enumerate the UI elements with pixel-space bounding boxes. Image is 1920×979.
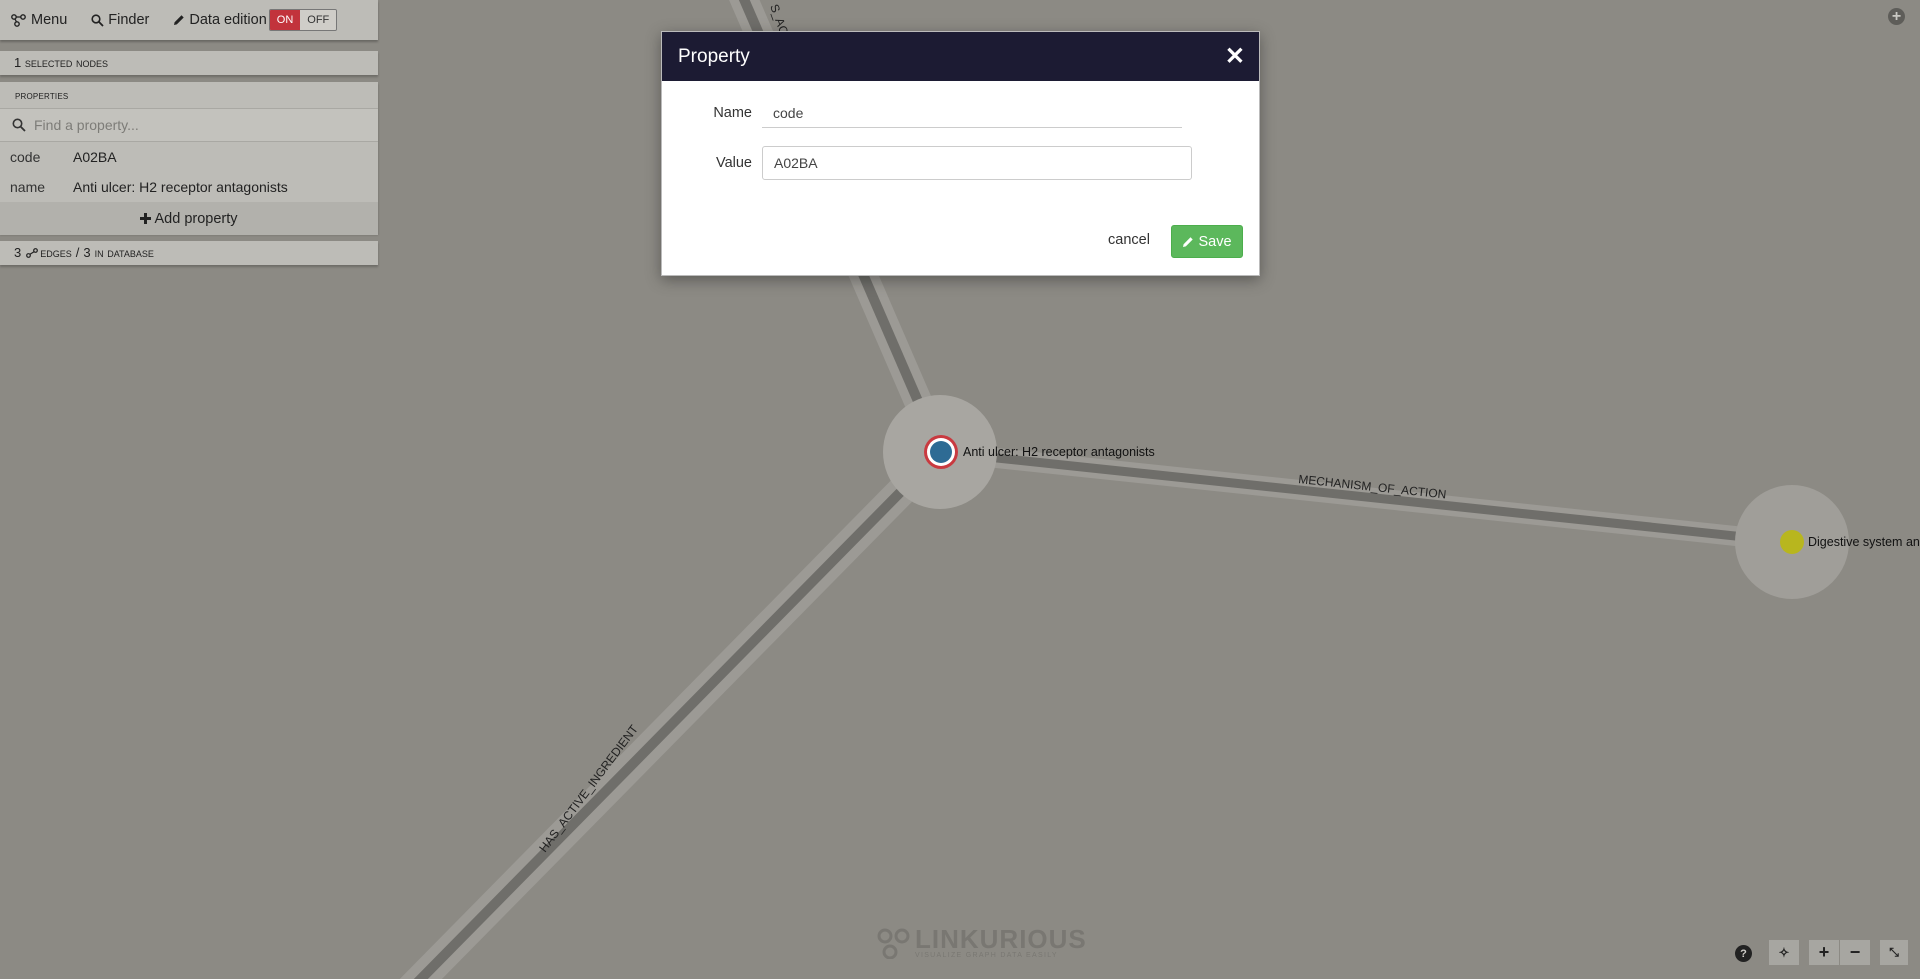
- graph-edge-mechanism-of-action[interactable]: MECHANISM_OF_ACTION: [938, 442, 1794, 552]
- edges-separator: /: [75, 245, 80, 260]
- node-label-digestive-system: Digestive system and: [1808, 535, 1920, 549]
- edges-label: edges: [40, 245, 72, 260]
- menu-button[interactable]: Menu: [11, 12, 67, 28]
- help-icon[interactable]: ?: [1735, 945, 1752, 962]
- name-value: code: [762, 98, 1182, 128]
- plus-icon: [140, 213, 152, 224]
- edges-summary: 3 edges / 3 in database: [0, 241, 378, 264]
- selected-count: 1: [14, 55, 22, 70]
- edge-icon: [26, 247, 39, 258]
- property-key: name: [10, 179, 46, 195]
- close-icon[interactable]: ✕: [1225, 44, 1245, 69]
- selection-panel[interactable]: 1 selected nodes: [0, 51, 378, 75]
- dialog-header: Property ✕: [662, 32, 1259, 81]
- edges-db-label: in database: [94, 245, 154, 260]
- zoom-controls: + −: [1809, 940, 1870, 965]
- property-value: Anti ulcer: H2 receptor antagonists: [73, 179, 288, 195]
- dialog-title: Property: [678, 45, 750, 67]
- selection-summary: 1 selected nodes: [0, 51, 378, 74]
- property-key: code: [10, 149, 41, 165]
- data-edition-label: Data edition: [189, 12, 267, 28]
- data-edition-button[interactable]: Data edition: [173, 12, 267, 28]
- property-search-input[interactable]: [32, 116, 356, 134]
- graph-node-anti-ulcer[interactable]: Anti ulcer: H2 receptor antagonists: [883, 395, 1155, 509]
- properties-header: properties: [15, 88, 69, 102]
- zoom-in-icon[interactable]: +: [1809, 940, 1839, 965]
- property-dialog: Property ✕ Name code Value cancel Save: [661, 31, 1260, 276]
- save-label: Save: [1198, 233, 1232, 250]
- name-field: Name code: [692, 98, 1182, 128]
- layout-icon[interactable]: ⤡: [1880, 940, 1908, 965]
- finder-label: Finder: [108, 12, 150, 28]
- top-toolbar: Menu Finder Data edition ON OFF: [0, 0, 378, 40]
- property-row[interactable]: name Anti ulcer: H2 receptor antagonists: [0, 172, 378, 202]
- toggle-off[interactable]: OFF: [300, 10, 337, 30]
- locate-control: ✧: [1769, 940, 1799, 965]
- edges-db-count: 3: [83, 245, 91, 260]
- property-search: [0, 108, 378, 142]
- save-button[interactable]: Save: [1171, 225, 1243, 258]
- zoom-out-icon[interactable]: −: [1840, 940, 1870, 965]
- graph-node-digestive-system[interactable]: Digestive system and: [1735, 485, 1920, 599]
- layout-control: ⤡: [1880, 940, 1908, 965]
- value-input[interactable]: [762, 146, 1192, 180]
- node-label-anti-ulcer: Anti ulcer: H2 receptor antagonists: [963, 445, 1155, 459]
- add-property-button[interactable]: Add property: [0, 202, 378, 235]
- linkurious-logo-icon: [877, 928, 910, 959]
- menu-label: Menu: [31, 12, 68, 28]
- edges-count: 3: [14, 245, 22, 260]
- finder-button[interactable]: Finder: [91, 12, 149, 28]
- name-label: Name: [713, 105, 752, 121]
- add-node-icon[interactable]: +: [1888, 8, 1905, 25]
- logo-text-block: LINKURIOUS VISUALIZE GRAPH DATA EASILY: [915, 926, 1087, 959]
- pencil-icon: [174, 15, 185, 25]
- edges-panel[interactable]: 3 edges / 3 in database: [0, 241, 378, 265]
- linkurious-logo: LINKURIOUS VISUALIZE GRAPH DATA EASILY: [877, 926, 1087, 959]
- property-value: A02BA: [73, 149, 117, 165]
- graph-edge-has-active-ingredient[interactable]: HAS_ACTIVE_INGREDIENT: [399, 441, 951, 979]
- graph-logo-icon: [11, 14, 26, 27]
- locate-icon[interactable]: ✧: [1769, 940, 1799, 965]
- toggle-on[interactable]: ON: [269, 10, 301, 30]
- cancel-button[interactable]: cancel: [1108, 232, 1150, 248]
- value-label: Value: [715, 155, 752, 171]
- search-icon: [91, 13, 104, 27]
- search-icon: [12, 118, 26, 132]
- properties-panel: properties code A02BA name Anti ulcer: H…: [0, 82, 378, 235]
- add-property-label: Add property: [154, 210, 238, 227]
- value-field: Value: [692, 146, 1192, 180]
- property-row[interactable]: code A02BA: [0, 142, 378, 172]
- data-edition-toggle[interactable]: ON OFF: [268, 9, 338, 31]
- logo-name: LINKURIOUS: [915, 924, 1087, 954]
- pencil-icon: [1183, 236, 1194, 247]
- selected-label: selected nodes: [24, 55, 108, 70]
